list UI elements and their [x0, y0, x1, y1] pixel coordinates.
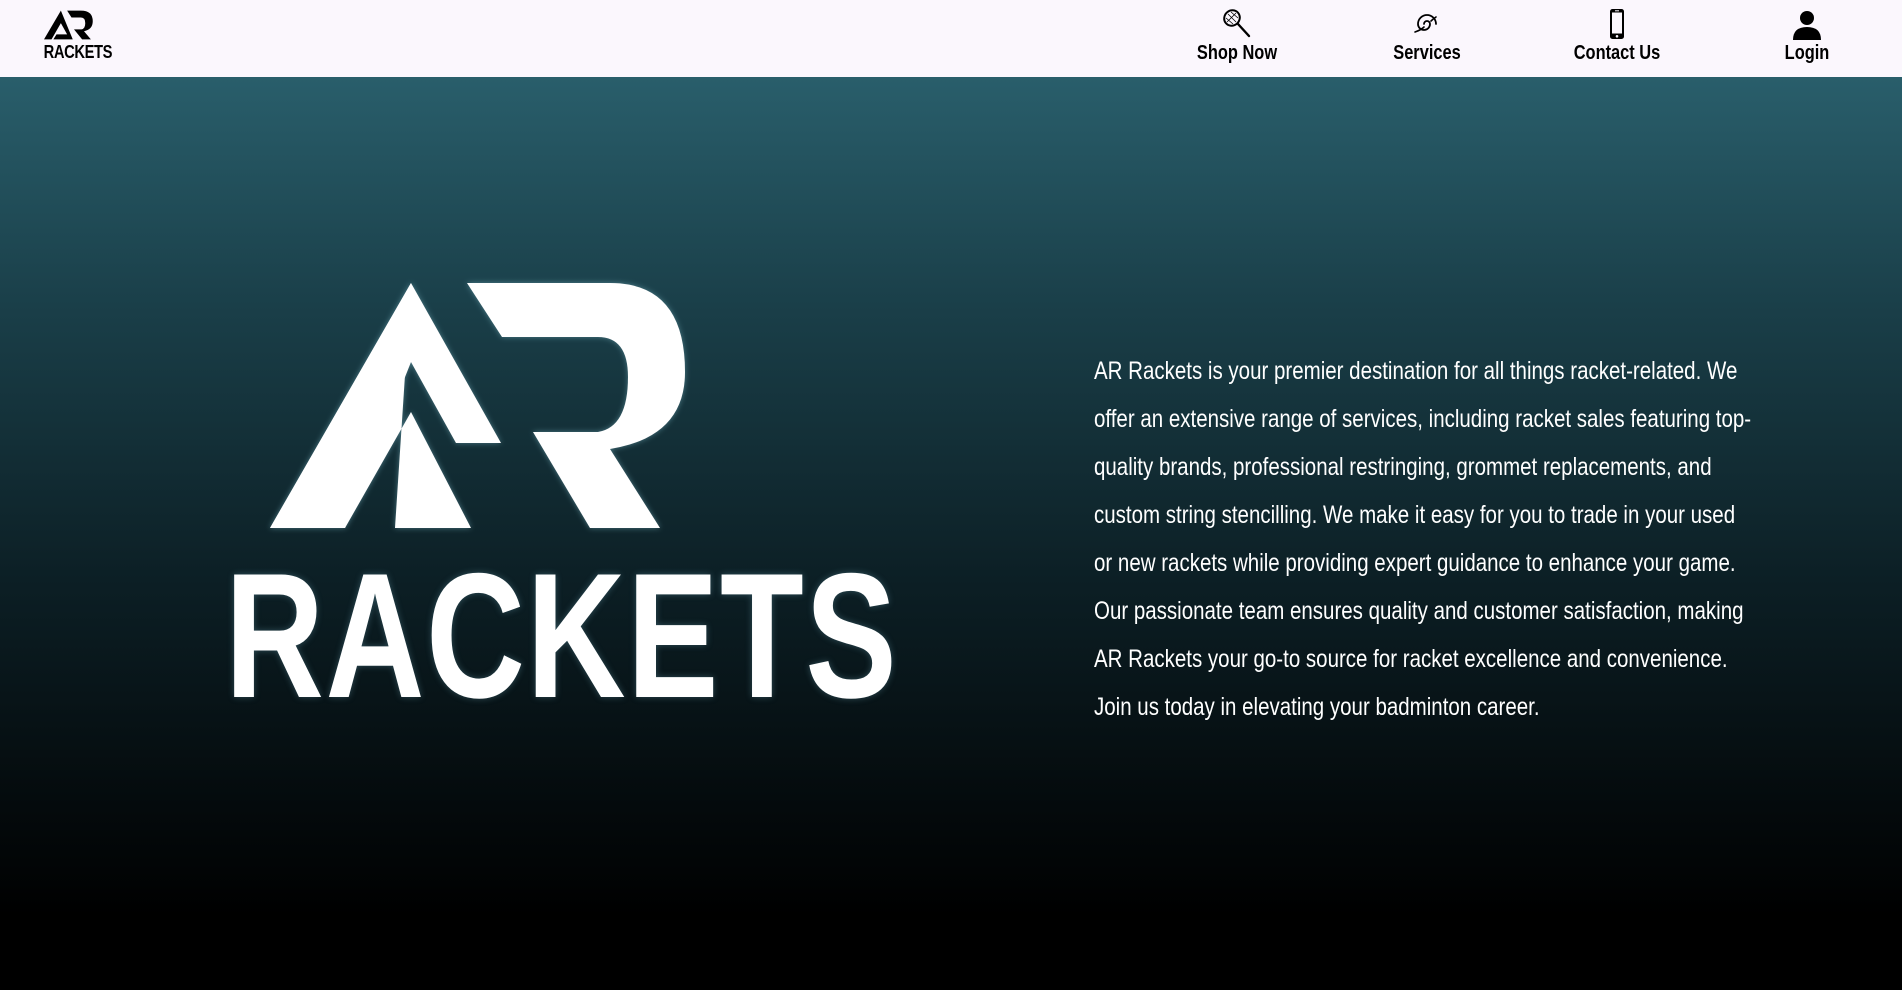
services-swirl-icon [1414, 14, 1437, 33]
nav-login[interactable]: Login [1732, 8, 1882, 68]
nav-services[interactable]: Services [1352, 8, 1502, 68]
nav-label-shop: Shop Now [1196, 42, 1278, 64]
nav-label-login: Login [1784, 42, 1830, 64]
ar-logo-large-icon [270, 283, 685, 528]
navbar: RACKETS Shop Now Services Contact Us Log… [0, 0, 1902, 77]
nav-contact-us[interactable]: Contact Us [1542, 8, 1692, 68]
nav-label-contact: Contact Us [1573, 42, 1661, 64]
user-icon [1793, 11, 1821, 40]
phone-icon [1610, 9, 1624, 39]
hero-description: AR Rackets is your premier destination f… [1094, 357, 1752, 721]
hero-section: RACKETS AR Rackets is your premier desti… [0, 77, 1902, 990]
nav-label-services: Services [1393, 42, 1461, 64]
hero-wordmark: RACKETS [225, 536, 899, 735]
ar-logo-icon [44, 10, 93, 40]
home-logo-link[interactable]: RACKETS [38, 10, 113, 66]
racket-icon [1223, 9, 1251, 38]
logo-wordmark: RACKETS [43, 42, 113, 62]
nav-shop-now[interactable]: Shop Now [1162, 8, 1312, 68]
